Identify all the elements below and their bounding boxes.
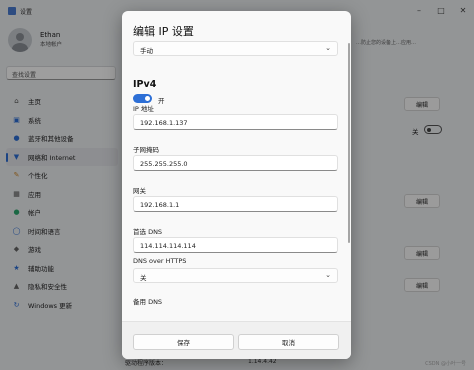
dialog-footer: 保存 取消	[122, 321, 351, 359]
alternate-dns-label: 备用 DNS	[133, 298, 163, 306]
cancel-button[interactable]: 取消	[238, 334, 339, 350]
chevron-down-icon: ⌄	[325, 271, 331, 279]
ip-address-label: IP 地址	[133, 105, 154, 113]
preferred-dns-field[interactable]: 114.114.114.114	[133, 237, 338, 253]
gateway-field[interactable]: 192.168.1.1	[133, 196, 338, 212]
ipv4-toggle-label: 开	[158, 97, 165, 105]
dialog-title: 编辑 IP 设置	[133, 25, 194, 38]
subnet-mask-field[interactable]: 255.255.255.0	[133, 155, 338, 171]
ipv4-toggle[interactable]	[133, 94, 152, 103]
ip-mode-select[interactable]: 手动 ⌄	[133, 41, 338, 56]
ip-mode-value: 手动	[140, 47, 153, 55]
ip-address-field[interactable]: 192.168.1.137	[133, 114, 338, 130]
save-button[interactable]: 保存	[133, 334, 234, 350]
scrollbar[interactable]	[348, 43, 350, 243]
edit-ip-dialog: 编辑 IP 设置 手动 ⌄ IPv4 开 IP 地址 192.168.1.137…	[122, 11, 351, 359]
dns-over-https-label: DNS over HTTPS	[133, 257, 187, 265]
preferred-dns-label: 首选 DNS	[133, 228, 163, 236]
chevron-down-icon: ⌄	[325, 44, 331, 52]
dns-over-https-select[interactable]: 关 ⌄	[133, 268, 338, 283]
dns-over-https-value: 关	[140, 274, 147, 282]
subnet-mask-label: 子网掩码	[133, 146, 159, 154]
gateway-label: 网关	[133, 187, 146, 195]
ipv4-section-title: IPv4	[133, 79, 157, 90]
